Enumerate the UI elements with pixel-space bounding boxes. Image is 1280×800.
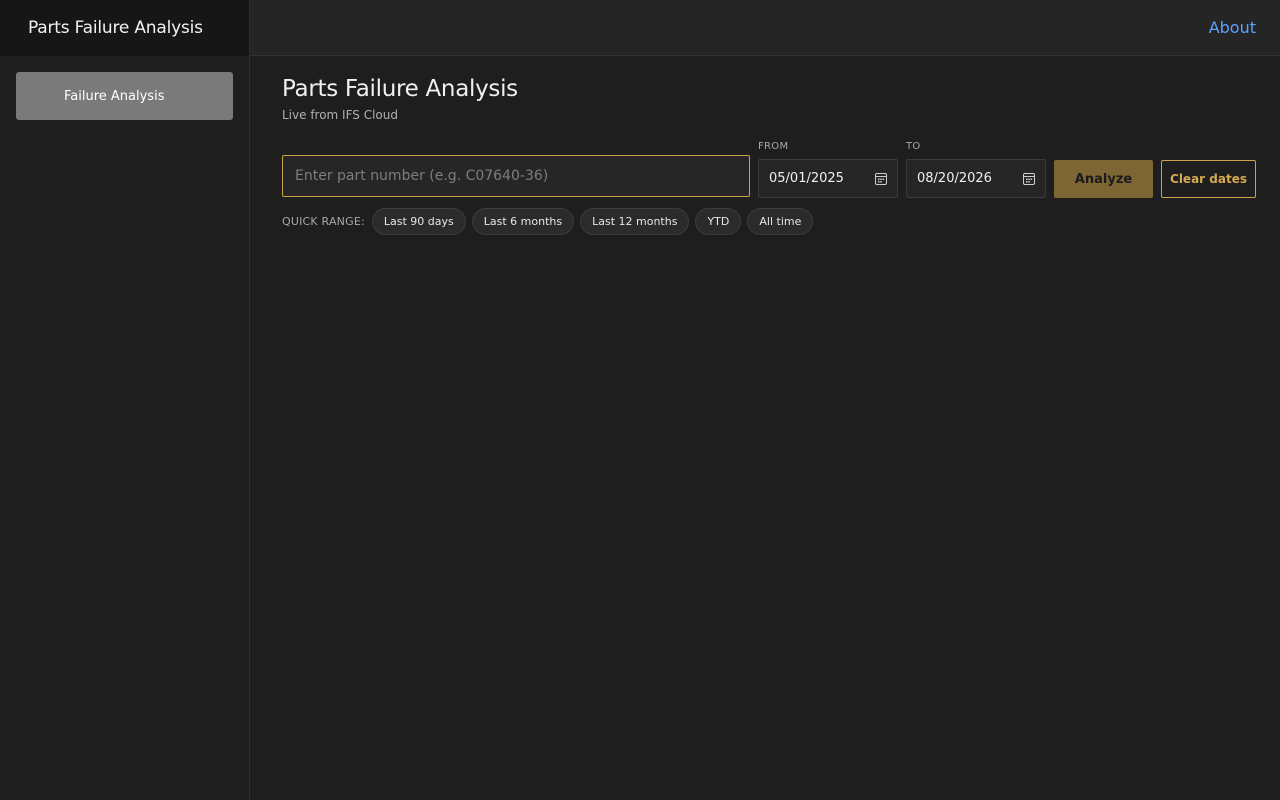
to-date-value: 08/20/2026: [917, 171, 992, 186]
from-date-field[interactable]: 05/01/2025: [758, 159, 898, 198]
to-date-label: TO: [906, 141, 921, 152]
calendar-icon[interactable]: [1023, 172, 1035, 185]
quick-range-label: QUICK RANGE:: [282, 215, 365, 228]
analyze-button[interactable]: Analyze: [1054, 160, 1153, 198]
quick-range-all-time[interactable]: All time: [747, 208, 814, 235]
part-number-input[interactable]: [282, 155, 750, 197]
about-link[interactable]: About: [1209, 18, 1256, 37]
quick-range-last-12-months[interactable]: Last 12 months: [580, 208, 690, 235]
quick-range-ytd[interactable]: YTD: [695, 208, 742, 235]
from-date-label: FROM: [758, 141, 789, 152]
clear-dates-button[interactable]: Clear dates: [1161, 160, 1256, 198]
to-date-field[interactable]: 08/20/2026: [906, 159, 1046, 198]
top-bar: About: [250, 0, 1280, 56]
app-root: Parts Failure Analysis Failure Analysis …: [0, 0, 1280, 800]
quick-range-bar: QUICK RANGE: Last 90 days Last 6 months …: [282, 208, 814, 235]
sidebar: Parts Failure Analysis Failure Analysis: [0, 0, 250, 800]
sidebar-item-failure-analysis[interactable]: Failure Analysis: [16, 72, 233, 120]
app-brand-title: Parts Failure Analysis: [0, 0, 249, 56]
page-subtitle: Live from IFS Cloud: [282, 108, 398, 122]
quick-range-last-90-days[interactable]: Last 90 days: [371, 208, 466, 235]
quick-range-last-6-months[interactable]: Last 6 months: [471, 208, 575, 235]
from-date-value: 05/01/2025: [769, 171, 844, 186]
calendar-icon[interactable]: [875, 172, 887, 185]
page-title: Parts Failure Analysis: [282, 76, 518, 102]
